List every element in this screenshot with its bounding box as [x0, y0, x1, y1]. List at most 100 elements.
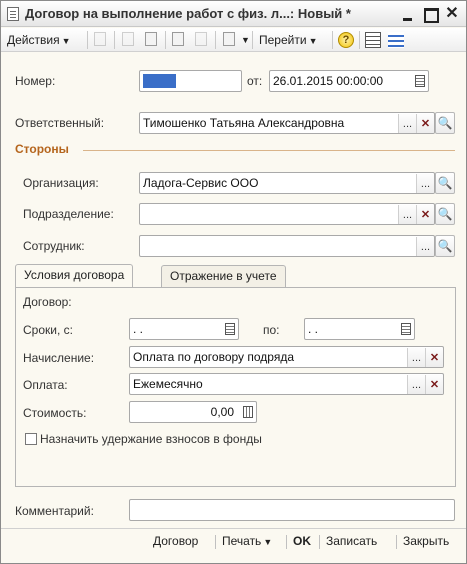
toolbar-divider [87, 31, 88, 49]
cost-field[interactable]: 0,00 [129, 401, 257, 423]
select-button[interactable]: ... [416, 174, 434, 193]
employee-label: Сотрудник: [23, 239, 85, 253]
parties-section-title: Стороны [15, 142, 69, 156]
toolbar-divider [165, 31, 166, 49]
copy-document-icon[interactable] [122, 32, 134, 46]
cost-value: 0,00 [210, 405, 234, 419]
comment-field[interactable] [129, 499, 455, 521]
clear-icon[interactable]: ✕ [425, 375, 443, 394]
print-label: Печать [222, 534, 262, 548]
bottom-divider [1, 528, 466, 529]
calendar-icon[interactable] [415, 75, 425, 87]
calendar-icon[interactable] [401, 323, 411, 335]
document-icon [7, 7, 19, 21]
save-button[interactable]: Записать [326, 534, 377, 548]
actions-menu[interactable]: Действия ▼ [7, 31, 71, 49]
tab-conditions[interactable]: Условия договора [15, 264, 134, 287]
terms-from-value: . . [133, 322, 144, 336]
employee-field[interactable]: ... [139, 235, 435, 257]
structure-icon[interactable] [365, 32, 381, 48]
accrual-label: Начисление: [23, 351, 95, 365]
subdivision-field[interactable]: ... ✕ [139, 203, 435, 225]
chevron-down-icon: ▼ [61, 36, 71, 46]
clear-icon[interactable]: ✕ [416, 205, 434, 224]
withholding-checkbox[interactable] [25, 433, 37, 445]
terms-to-value: . . [308, 322, 319, 336]
clear-icon[interactable]: ✕ [416, 114, 434, 133]
chevron-down-icon[interactable]: ▼ [241, 31, 250, 49]
contract-label: Договор: [23, 295, 72, 309]
window-title: Договор на выполнение работ с физ. л...:… [25, 6, 351, 21]
bottom-divider [215, 535, 216, 549]
accrual-field[interactable]: Оплата по договору подряда ... ✕ [129, 346, 444, 368]
bottom-divider [286, 535, 287, 549]
title-bar: Договор на выполнение работ с физ. л...:… [1, 1, 466, 27]
contract-button[interactable]: Договор [153, 534, 198, 548]
select-button[interactable]: ... [398, 205, 416, 224]
chevron-down-icon: ▼ [308, 36, 318, 46]
organization-field[interactable]: Ладога-Сервис ООО ... [139, 172, 435, 194]
document-window: Договор на выполнение работ с физ. л...:… [0, 0, 467, 564]
search-icon[interactable]: 🔍 [435, 235, 455, 257]
responsible-label: Ответственный: [15, 116, 105, 130]
terms-from-field[interactable]: . . [129, 318, 239, 340]
minimize-button[interactable] [399, 5, 417, 23]
select-button[interactable]: ... [407, 348, 425, 367]
refresh-document-icon[interactable] [145, 32, 157, 46]
number-label: Номер: [15, 74, 56, 88]
select-button[interactable]: ... [398, 114, 416, 133]
date-value: 26.01.2015 00:00:00 [273, 74, 384, 88]
terms-to-label: по: [263, 323, 280, 337]
close-window-button[interactable]: ✕ [443, 5, 461, 23]
subdivision-label: Подразделение: [23, 207, 114, 221]
select-button[interactable]: ... [407, 375, 425, 394]
search-icon[interactable]: 🔍 [435, 172, 455, 194]
maximize-button[interactable] [421, 5, 439, 23]
toolbar-divider [332, 31, 333, 49]
accrual-value: Оплата по договору подряда [133, 350, 294, 364]
select-button[interactable]: ... [416, 237, 434, 256]
print-button[interactable]: Печать ▼ [222, 534, 272, 548]
goto-label: Перейти [259, 33, 307, 47]
fill-document-icon[interactable] [172, 32, 184, 46]
payment-field[interactable]: Ежемесячно ... ✕ [129, 373, 444, 395]
date-field[interactable]: 26.01.2015 00:00:00 [269, 70, 429, 92]
responsible-value: Тимошенко Татьяна Александровна [143, 116, 345, 130]
clear-icon[interactable]: ✕ [425, 348, 443, 367]
chevron-down-icon: ▼ [263, 537, 273, 547]
post-document-icon[interactable] [94, 32, 106, 46]
ok-button[interactable]: OK [293, 534, 311, 548]
terms-to-field[interactable]: . . [304, 318, 415, 340]
clear-document-icon[interactable] [195, 32, 207, 46]
tab-accounting[interactable]: Отражение в учете [161, 265, 286, 287]
toolbar-divider [215, 31, 216, 49]
number-value-highlight [143, 74, 176, 88]
payment-value: Ежемесячно [133, 377, 203, 391]
help-icon[interactable]: ? [338, 32, 354, 48]
close-button[interactable]: Закрыть [403, 534, 449, 548]
cost-label: Стоимость: [23, 406, 87, 420]
terms-label: Сроки, с: [23, 323, 73, 337]
comment-label: Комментарий: [15, 504, 94, 518]
search-icon[interactable]: 🔍 [435, 112, 455, 134]
organization-value: Ладога-Сервис ООО [143, 176, 259, 190]
toolbar-divider [114, 31, 115, 49]
calculator-icon[interactable] [243, 406, 253, 418]
toolbar-divider [252, 31, 253, 49]
goto-menu[interactable]: Перейти ▼ [259, 31, 317, 49]
bottom-divider [319, 535, 320, 549]
subordination-icon[interactable] [388, 32, 404, 48]
bottom-divider [396, 535, 397, 549]
date-label: от: [247, 74, 263, 88]
section-divider [83, 150, 455, 151]
organization-label: Организация: [23, 176, 99, 190]
search-icon[interactable]: 🔍 [435, 203, 455, 225]
actions-label: Действия [7, 33, 60, 47]
number-field[interactable] [139, 70, 242, 92]
responsible-field[interactable]: Тимошенко Татьяна Александровна ... ✕ [139, 112, 435, 134]
withholding-label: Назначить удержание взносов в фонды [40, 432, 262, 446]
calendar-icon[interactable] [225, 323, 235, 335]
input-based-on-icon[interactable] [223, 32, 235, 46]
toolbar-divider [359, 31, 360, 49]
toolbar: Действия ▼ ▼ Перейти ▼ ? [1, 28, 466, 52]
